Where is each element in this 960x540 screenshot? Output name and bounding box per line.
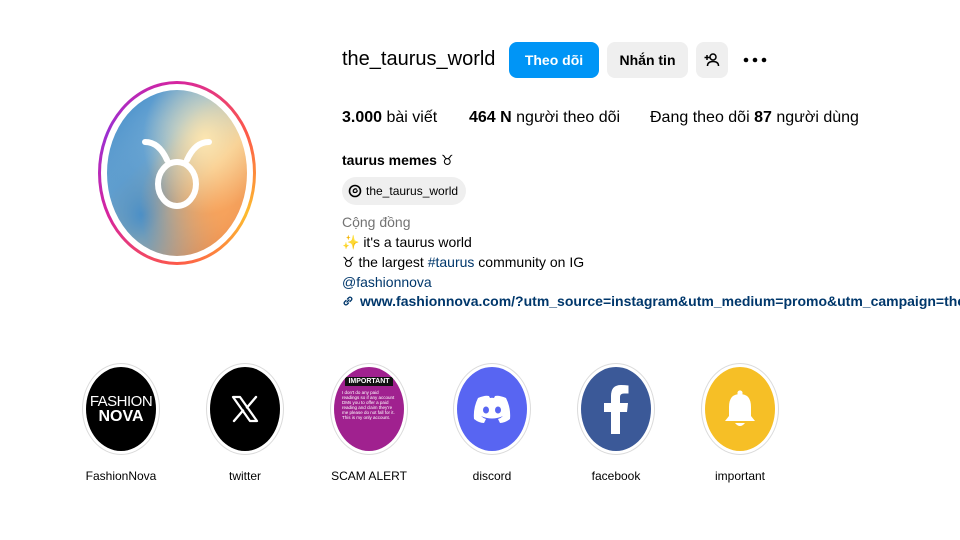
bio-line-1: ✨ it's a taurus world — [342, 234, 472, 250]
fashionnova-logo: FASHION NOVA — [86, 367, 156, 451]
bio-line-2-suffix: community on IG — [478, 254, 585, 270]
highlight-important[interactable]: important — [692, 363, 788, 483]
discord-logo-icon — [457, 367, 527, 451]
followers-count: 464 N — [469, 109, 512, 126]
hashtag-link[interactable]: #taurus — [428, 254, 475, 270]
avatar-border — [101, 84, 253, 262]
posts-count: 3.000 — [342, 109, 383, 126]
bio-line-2: ♉ the largest #taurus community on IG — [342, 254, 584, 271]
x-logo-icon — [210, 367, 280, 451]
suggested-users-button[interactable] — [696, 42, 728, 78]
facebook-logo-icon — [581, 367, 651, 451]
highlight-label: FashionNova — [85, 469, 157, 483]
highlight-label: SCAM ALERT — [331, 469, 407, 483]
highlight-scam-alert[interactable]: IMPORTANT I don't do any paid readings s… — [321, 363, 417, 483]
highlight-label: discord — [472, 469, 512, 483]
external-link[interactable]: www.fashionnova.com/?utm_source=instagra… — [342, 293, 960, 309]
link-icon — [343, 296, 353, 306]
following-count: 87 — [754, 109, 772, 126]
highlight-label: facebook — [591, 469, 641, 483]
highlight-ring — [577, 363, 655, 455]
highlight-ring — [701, 363, 779, 455]
highlight-ring: IMPORTANT I don't do any paid readings s… — [330, 363, 408, 455]
bell-icon — [705, 367, 775, 451]
taurus-symbol-icon — [142, 139, 212, 209]
threads-badge[interactable]: the_taurus_world — [342, 177, 467, 205]
highlight-discord[interactable]: discord — [444, 363, 540, 483]
profile-full-name: taurus memes ♉ — [342, 152, 454, 168]
posts-label: bài viết — [386, 109, 438, 126]
add-person-icon — [704, 53, 720, 67]
highlight-facebook[interactable]: facebook — [568, 363, 664, 483]
more-options-icon[interactable] — [742, 48, 768, 72]
highlight-label: important — [714, 469, 766, 483]
highlight-label: twitter — [228, 469, 261, 483]
followers-label: người theo dõi — [516, 109, 621, 126]
highlight-fashionnova[interactable]: FASHION NOVA FashionNova — [73, 363, 169, 483]
profile-category: Cộng đồng — [342, 214, 411, 230]
highlight-ring: FASHION NOVA — [82, 363, 160, 455]
bio-line-2-prefix: ♉ the largest — [342, 254, 424, 270]
following-suffix: người dùng — [776, 109, 859, 126]
follow-button[interactable]: Theo dõi — [509, 42, 599, 78]
external-link-text: www.fashionnova.com/?utm_source=instagra… — [360, 293, 960, 309]
message-button[interactable]: Nhắn tin — [607, 42, 688, 78]
highlight-twitter[interactable]: twitter — [197, 363, 293, 483]
following-prefix: Đang theo dõi — [650, 109, 750, 126]
scam-alert-cover: IMPORTANT I don't do any paid readings s… — [334, 367, 404, 451]
threads-icon — [348, 184, 362, 198]
mention-link[interactable]: @fashionnova — [342, 274, 432, 290]
avatar-image — [107, 90, 247, 256]
followers-stat[interactable]: 464 N người theo dõi — [469, 109, 620, 127]
highlight-ring — [206, 363, 284, 455]
profile-avatar[interactable] — [98, 81, 256, 265]
highlight-ring — [453, 363, 531, 455]
profile-username: the_taurus_world — [342, 48, 496, 70]
following-stat[interactable]: Đang theo dõi 87 người dùng — [650, 109, 859, 127]
posts-stat: 3.000 bài viết — [342, 109, 437, 127]
threads-handle: the_taurus_world — [366, 184, 459, 198]
